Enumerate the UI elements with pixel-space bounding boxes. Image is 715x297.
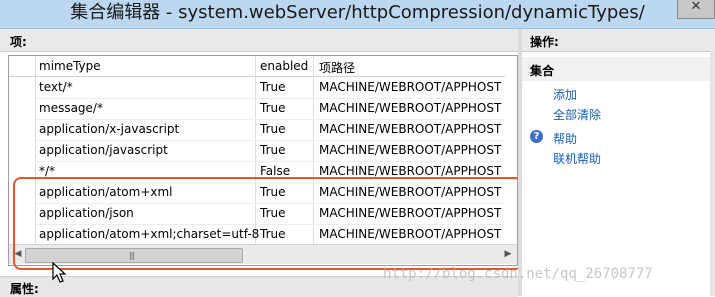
cell-mimetype: application/atom+xml;charset=utf-8 — [39, 227, 260, 241]
cell-enabled: True — [260, 227, 286, 241]
add-link[interactable]: 添加 — [553, 86, 577, 103]
row-selector[interactable] — [9, 119, 36, 140]
actions-scrollbar[interactable] — [710, 51, 715, 296]
cell-mimetype: application/x-javascript — [39, 122, 180, 136]
cell-path: MACHINE/WEBROOT/APPHOST — [319, 164, 502, 178]
table-row[interactable]: application/json True MACHINE/WEBROOT/AP… — [9, 203, 505, 225]
help-link[interactable]: 帮助 — [553, 130, 577, 147]
row-selector[interactable] — [9, 203, 36, 224]
cell-mimetype: */* — [39, 164, 56, 178]
cell-path: MACHINE/WEBROOT/APPHOST — [319, 80, 502, 94]
table-row[interactable]: application/x-javascript True MACHINE/WE… — [9, 119, 505, 141]
items-panel-header: 项: — [0, 29, 518, 52]
scroll-right-icon[interactable]: ▶ — [501, 247, 515, 262]
table-row[interactable]: text/* True MACHINE/WEBROOT/APPHOST — [9, 77, 505, 99]
grid-header-row: mimeType enabled 项路径 — [9, 56, 505, 77]
column-header-mimetype[interactable]: mimeType — [39, 59, 101, 73]
row-selector[interactable] — [9, 182, 36, 203]
cell-mimetype: message/* — [39, 101, 103, 115]
cell-path: MACHINE/WEBROOT/APPHOST — [319, 122, 502, 136]
table-row[interactable]: message/* True MACHINE/WEBROOT/APPHOST — [9, 98, 505, 120]
table-row[interactable]: application/atom+xml;charset=utf-8 True … — [9, 224, 505, 246]
properties-header-label: 属性: — [10, 282, 39, 296]
close-button[interactable]: ✕ — [677, 0, 715, 19]
cell-enabled: True — [260, 80, 286, 94]
cell-enabled: True — [260, 185, 286, 199]
cell-path: MACHINE/WEBROOT/APPHOST — [319, 206, 502, 220]
window-title: 集合编辑器 - system.webServer/httpCompression… — [70, 2, 645, 23]
cell-enabled: False — [260, 164, 291, 178]
help-icon: ? — [530, 130, 543, 143]
table-row[interactable]: application/atom+xml True MACHINE/WEBROO… — [9, 182, 505, 204]
table-row[interactable]: application/javascript True MACHINE/WEBR… — [9, 140, 505, 162]
column-header-enabled[interactable]: enabled — [260, 59, 308, 73]
cell-mimetype: application/json — [39, 206, 134, 220]
cell-path: MACHINE/WEBROOT/APPHOST — [319, 227, 502, 241]
actions-header-label: 操作: — [530, 35, 559, 49]
actions-panel-header: 操作: — [522, 29, 715, 52]
row-selector[interactable] — [9, 98, 36, 119]
scroll-left-icon[interactable]: ◀ — [11, 247, 25, 262]
items-header-label: 项: — [10, 35, 27, 49]
collection-section-title: 集合 — [530, 64, 555, 78]
items-grid[interactable]: mimeType enabled 项路径 text/* True MACHINE… — [8, 55, 518, 266]
row-selector-header — [9, 56, 36, 76]
table-row[interactable]: */* False MACHINE/WEBROOT/APPHOST — [9, 161, 505, 183]
column-header-path[interactable]: 项路径 — [319, 59, 355, 76]
title-bar: 集合编辑器 - system.webServer/httpCompression… — [0, 0, 715, 29]
cell-enabled: True — [260, 122, 286, 136]
row-selector[interactable] — [9, 161, 36, 182]
actions-panel: 操作: 集合 添加 全部清除 ? 帮助 联机帮助 — [522, 29, 715, 296]
horizontal-scrollbar[interactable]: ◀ ||| ▶ — [9, 244, 517, 264]
cell-enabled: True — [260, 206, 286, 220]
cell-path: MACHINE/WEBROOT/APPHOST — [319, 101, 502, 115]
collection-section-header: 集合 — [522, 57, 715, 81]
online-help-link[interactable]: 联机帮助 — [553, 150, 601, 167]
grip-icon: ||| — [129, 251, 135, 260]
clear-all-link[interactable]: 全部清除 — [553, 106, 601, 123]
cell-mimetype: application/javascript — [39, 143, 168, 157]
cell-mimetype: text/* — [39, 80, 73, 94]
watermark-text: http://blog.csdn.net/qq_26708777 — [383, 266, 653, 282]
scrollbar-thumb[interactable]: ||| — [25, 248, 243, 263]
row-selector[interactable] — [9, 224, 36, 245]
row-selector[interactable] — [9, 77, 36, 98]
cell-path: MACHINE/WEBROOT/APPHOST — [319, 185, 502, 199]
row-selector[interactable] — [9, 140, 36, 161]
cell-enabled: True — [260, 143, 286, 157]
cell-mimetype: application/atom+xml — [39, 185, 173, 199]
mouse-cursor-icon — [52, 262, 67, 283]
cell-enabled: True — [260, 101, 286, 115]
cell-path: MACHINE/WEBROOT/APPHOST — [319, 143, 502, 157]
